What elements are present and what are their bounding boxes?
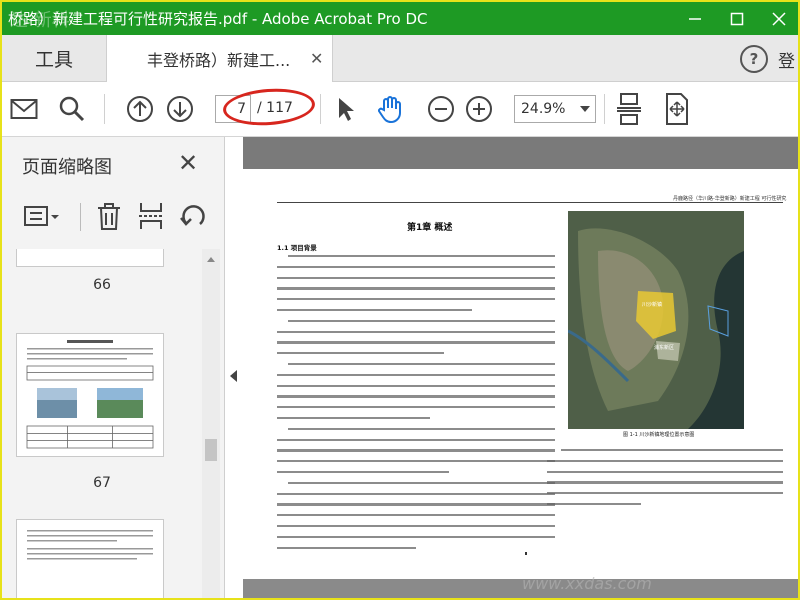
panel-toolbar — [2, 197, 224, 239]
select-tool-button[interactable] — [332, 92, 360, 126]
thumbnail-page-66[interactable] — [16, 249, 164, 267]
mail-icon — [10, 99, 38, 119]
email-button[interactable] — [8, 92, 40, 126]
hand-icon — [378, 96, 401, 124]
toolbar: 7 / 117 24.9% — [2, 82, 798, 137]
scrollbar-thumb[interactable] — [205, 439, 217, 461]
header-rule — [277, 202, 783, 203]
chevron-down-icon — [580, 106, 590, 112]
acrobat-window: 达·新科 桥路）新建工程可行性研究报告.pdf - Adobe Acrobat … — [0, 0, 800, 600]
page-gap — [243, 579, 798, 598]
svg-text:川沙新镇: 川沙新镇 — [642, 301, 662, 308]
section-title: 1.1 项目背景 — [277, 244, 317, 252]
page-header: 丹鹿路径（华川路-华登新路）新建工程 可行性研究 — [673, 196, 787, 202]
previous-page-button[interactable] — [124, 92, 156, 126]
hand-tool-button[interactable] — [374, 92, 408, 126]
panel-separator — [80, 203, 81, 231]
zoom-level-value: 24.9% — [521, 101, 566, 117]
options-menu-icon[interactable] — [24, 205, 60, 229]
map-graphic: 川沙新镇 浦东新区 — [568, 211, 744, 429]
body-text-right — [547, 449, 783, 514]
window-title: 桥路）新建工程可行性研究报告.pdf - Adobe Acrobat Pro D… — [8, 10, 428, 28]
thumbnail-content — [27, 530, 153, 560]
close-window-button[interactable] — [762, 2, 796, 35]
tab-document-label: 丰登桥路）新建工... — [147, 50, 291, 70]
zoom-in-icon — [466, 96, 492, 122]
extract-pages-icon[interactable] — [136, 201, 166, 231]
thumbnail-label: 66 — [93, 277, 111, 293]
zoom-out-button[interactable] — [426, 92, 456, 126]
map-caption: 图 1-1 川沙新镇地理位置示意图 — [623, 432, 695, 438]
close-tab-icon[interactable]: ✕ — [310, 49, 323, 68]
page-number-mark — [525, 552, 527, 555]
page-display-button[interactable] — [614, 92, 644, 126]
close-panel-icon[interactable]: ✕ — [178, 149, 198, 177]
toolbar-separator — [104, 94, 105, 124]
trash-icon[interactable] — [94, 201, 124, 231]
thumbnail-label: 67 — [93, 475, 111, 491]
login-link[interactable]: 登 — [778, 47, 795, 72]
body-text-left — [277, 255, 555, 557]
arrow-down-circle-icon — [167, 96, 193, 122]
watermark-text: www.xxdas.com — [522, 574, 652, 593]
maximize-icon — [730, 12, 744, 25]
tab-tools[interactable]: 工具 — [2, 35, 107, 81]
thumbnail-content — [26, 340, 154, 449]
toolbar-separator — [604, 94, 605, 124]
zoom-level-select[interactable]: 24.9% — [514, 95, 596, 123]
location-map-image: 川沙新镇 浦东新区 — [568, 211, 744, 429]
pdf-page: 丹鹿路径（华川路-华登新路）新建工程 可行性研究 第1章 概述 1.1 项目背景 — [243, 169, 798, 579]
panel-title: 页面缩略图 — [22, 157, 112, 178]
zoom-in-button[interactable] — [464, 92, 494, 126]
next-page-button[interactable] — [164, 92, 196, 126]
document-view[interactable]: 丹鹿路径（华川路-华登新路）新建工程 可行性研究 第1章 概述 1.1 项目背景 — [243, 137, 798, 598]
close-icon — [772, 11, 786, 26]
toolbar-separator — [320, 94, 321, 124]
fit-page-button[interactable] — [662, 92, 692, 126]
search-icon — [59, 96, 85, 122]
cursor-arrow-icon — [339, 98, 354, 121]
thumbnail-panel: 页面缩略图 ✕ 66 67 — [2, 137, 225, 598]
svg-text:浦东新区: 浦东新区 — [654, 344, 674, 351]
collapse-panel-icon[interactable] — [230, 370, 237, 382]
rotate-icon[interactable] — [178, 201, 208, 231]
tab-document[interactable]: 丰登桥路）新建工... ✕ — [107, 35, 333, 82]
thumbnail-scrollbar[interactable] — [202, 249, 220, 598]
search-button[interactable] — [56, 92, 88, 126]
zoom-out-icon — [428, 96, 454, 122]
minimize-icon — [689, 17, 701, 20]
thumbnail-page-68[interactable] — [16, 519, 164, 598]
maximize-button[interactable] — [720, 2, 754, 35]
highlight-ellipse — [221, 85, 317, 129]
thumbnail-page-67[interactable] — [16, 333, 164, 457]
thumbnail-list: 66 67 — [2, 249, 202, 598]
chapter-title: 第1章 概述 — [407, 223, 453, 233]
page-layout-icon — [617, 93, 641, 125]
arrow-up-circle-icon — [127, 96, 153, 122]
minimize-button[interactable] — [678, 2, 712, 35]
title-bar: 达·新科 桥路）新建工程可行性研究报告.pdf - Adobe Acrobat … — [2, 2, 798, 35]
tab-bar: 工具 丰登桥路）新建工... ✕ ? 登 — [2, 35, 798, 82]
fit-page-icon — [666, 93, 688, 125]
help-icon[interactable]: ? — [740, 45, 768, 73]
scroll-up-icon — [207, 257, 215, 262]
